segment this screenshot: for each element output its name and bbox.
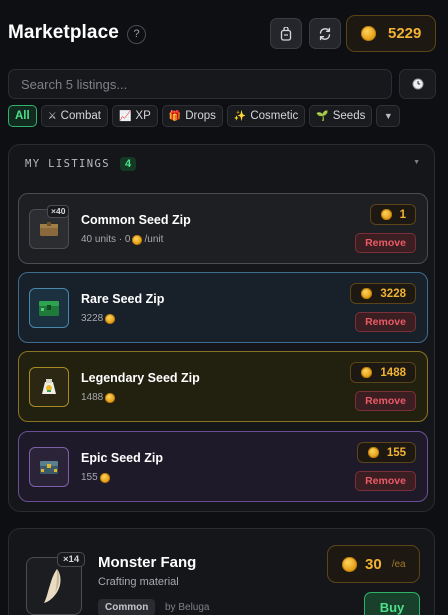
item-name: Epic Seed Zip [81,451,163,465]
filter-cosmetic[interactable]: ✨ Cosmetic [226,105,306,127]
seedling-icon: 🌱 [316,110,329,122]
chevron-down-icon: ▼ [383,111,393,121]
listing-card-legendary: Legendary Seed Zip 1488 1488 Remove [18,351,428,422]
clock-icon [412,78,423,90]
quantity-tag: ×40 [47,205,70,218]
price-pill: 30 /ea [327,545,420,583]
filter-label: All [15,110,30,122]
price-value: 1488 [380,366,406,379]
price-value: 30 [365,555,382,573]
my-listings-title: MY LISTINGS [25,158,110,170]
item-detail-text: 1488 [81,392,104,403]
search-input[interactable] [8,69,392,99]
item-details: 155 [81,472,110,483]
seller-label: by Beluga [165,602,210,613]
price-pill: 3228 [350,283,416,304]
help-icon[interactable]: ? [127,25,146,44]
item-details: 40 units · 0 /unit [81,234,163,245]
item-name: Rare Seed Zip [81,292,165,306]
price-value: 1 [399,208,406,221]
coin-icon [105,313,116,324]
item-name: Legendary Seed Zip [81,371,200,385]
buy-button[interactable]: Buy [364,592,420,615]
item-name: Monster Fang [98,554,197,571]
category-filters: All ⚔ Combat 📈 XP 🎁 Drops ✨ Cosmetic 🌱 S… [8,105,401,127]
seed-crate-icon [40,461,58,474]
my-listings-panel: MY LISTINGS 4 ▼ ×40 Common Seed Zip 40 u… [8,144,435,512]
more-filters-button[interactable]: ▼ [376,105,401,127]
coin-icon [361,288,373,299]
coin-icon [105,392,116,403]
quantity-tag: ×14 [57,552,86,567]
filter-label: XP [135,110,151,122]
backpack-icon [280,26,292,41]
item-thumbnail [29,288,69,328]
remove-button[interactable]: Remove [355,312,416,332]
chart-icon: 📈 [118,110,132,122]
coin-icon [367,447,379,458]
price-unit: /ea [391,558,406,570]
filter-label: Seeds [332,110,366,122]
filter-label: Cosmetic [250,110,299,122]
item-detail-text: 40 units · 0 [81,234,131,245]
listing-card-common: ×40 Common Seed Zip 40 units · 0 /unit 1… [18,193,428,264]
fang-icon [44,569,61,603]
filter-xp[interactable]: 📈 XP [111,105,158,127]
item-detail-text: 155 [81,472,98,483]
history-button[interactable] [399,69,436,99]
coin-balance: 5229 [346,15,436,52]
balance-value: 5229 [388,25,422,42]
filter-seeds[interactable]: 🌱 Seeds [309,105,373,127]
filter-combat[interactable]: ⚔ Combat [40,105,108,127]
item-detail-unit: /unit [144,234,164,245]
item-details: 3228 [81,313,116,324]
my-listings-header[interactable]: MY LISTINGS 4 [25,157,137,171]
listing-card-epic: Epic Seed Zip 155 155 Remove [18,431,428,502]
seed-pouch-icon [40,222,58,236]
coin-icon [361,26,376,41]
coin-icon [132,234,143,245]
collapse-icon[interactable]: ▼ [413,159,420,166]
filter-all[interactable]: All [8,105,37,127]
listing-count-badge: 4 [119,157,137,171]
filter-drops[interactable]: 🎁 Drops [161,105,223,127]
item-detail-text: 3228 [81,313,104,324]
swords-icon: ⚔ [47,110,57,122]
page-title: Marketplace [8,22,119,43]
item-thumbnail [29,447,69,487]
coin-icon [361,367,373,378]
price-pill: 1 [369,204,416,225]
listing-card-rare: Rare Seed Zip 3228 3228 Remove [18,272,428,343]
price-pill: 155 [356,442,416,463]
remove-button[interactable]: Remove [355,233,416,253]
item-name: Common Seed Zip [81,213,191,227]
price-value: 155 [386,446,406,459]
coin-icon [99,472,110,483]
item-subtitle: Crafting material [98,576,179,588]
header: Marketplace ? 5229 [0,0,448,66]
sparkles-icon: ✨ [233,110,247,122]
gift-icon: 🎁 [168,110,182,122]
price-value: 3228 [380,287,406,300]
coin-icon [380,209,392,220]
item-details: 1488 [81,392,116,403]
filter-label: Combat [60,110,101,122]
market-listing-card: ×14 Monster Fang Crafting material Commo… [8,528,435,615]
remove-button[interactable]: Remove [355,391,416,411]
filter-label: Drops [185,110,216,122]
refresh-icon [319,27,331,40]
seed-chest-icon [39,301,59,316]
inventory-button[interactable] [270,18,302,49]
coin-icon [342,556,357,572]
price-pill: 1488 [350,362,416,383]
rarity-badge: Common [98,599,156,615]
remove-button[interactable]: Remove [355,471,416,491]
seed-bag-icon [42,379,56,394]
refresh-button[interactable] [309,18,341,49]
item-thumbnail [29,367,69,407]
